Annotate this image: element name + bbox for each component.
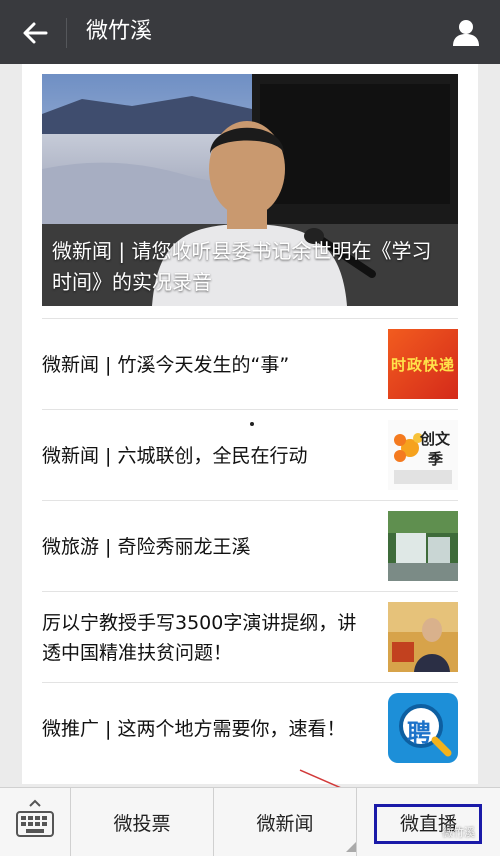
submenu-corner-icon xyxy=(346,842,356,852)
page-title: 微竹溪 xyxy=(86,19,153,44)
article-title: 厉以宁教授手写3500字演讲提纲，讲透中国精准扶贫问题！ xyxy=(42,611,357,664)
watermark: 微竹溪 xyxy=(442,826,475,839)
thumbnail-label: 时政快递 xyxy=(390,355,455,374)
article-title: 微新闻 | 六城联创，全民在行动 xyxy=(42,444,308,467)
keyboard-icon xyxy=(16,799,54,837)
article-thumbnail: 聘 xyxy=(388,693,458,763)
article-title: 微旅游 | 奇险秀丽龙王溪 xyxy=(42,535,251,558)
thumbnail-label: 聘 xyxy=(407,719,431,747)
article-thumbnail xyxy=(388,602,458,672)
article-title: 微推广 | 这两个地方需要你，速看！ xyxy=(42,717,346,740)
article-item[interactable]: 微旅游 | 奇险秀丽龙王溪 xyxy=(42,500,458,592)
speaker-portrait-image xyxy=(388,602,458,672)
article-list-card: 微新闻 | 请您收听县委书记余世明在《学习时间》的实况录音 微新闻 | 竹溪今天… xyxy=(22,64,478,784)
article-title: 微新闻 | 竹溪今天发生的“事” xyxy=(42,353,290,376)
menu-vote[interactable]: 微投票 xyxy=(71,788,214,856)
article-item[interactable]: 微推广 | 这两个地方需要你，速看！ 聘 xyxy=(42,682,458,774)
article-item[interactable]: 微新闻 | 竹溪今天发生的“事” 时政快递 xyxy=(42,318,458,410)
top-navigation-bar: 微竹溪 xyxy=(0,0,500,64)
divider xyxy=(66,18,67,48)
article-thumbnail xyxy=(388,511,458,581)
article-thumbnail: 时政快递 xyxy=(388,329,458,399)
hero-article[interactable]: 微新闻 | 请您收听县委书记余世明在《学习时间》的实况录音 xyxy=(42,74,458,306)
keyboard-toggle[interactable] xyxy=(0,788,71,856)
page-dot xyxy=(250,422,254,426)
article-item[interactable]: 厉以宁教授手写3500字演讲提纲，讲透中国精准扶贫问题！ xyxy=(42,591,458,683)
user-profile-icon[interactable] xyxy=(450,16,482,48)
thumbnail-label: 季 xyxy=(428,450,444,468)
article-thumbnail: 创文 季 xyxy=(388,420,458,490)
waterfall-image xyxy=(388,511,458,581)
thumbnail-label: 创文 xyxy=(420,430,451,448)
menu-news[interactable]: 微新闻 xyxy=(214,788,357,856)
back-arrow-icon[interactable] xyxy=(20,18,50,48)
hero-caption: 微新闻 | 请您收听县委书记余世明在《学习时间》的实况录音 xyxy=(52,239,432,294)
